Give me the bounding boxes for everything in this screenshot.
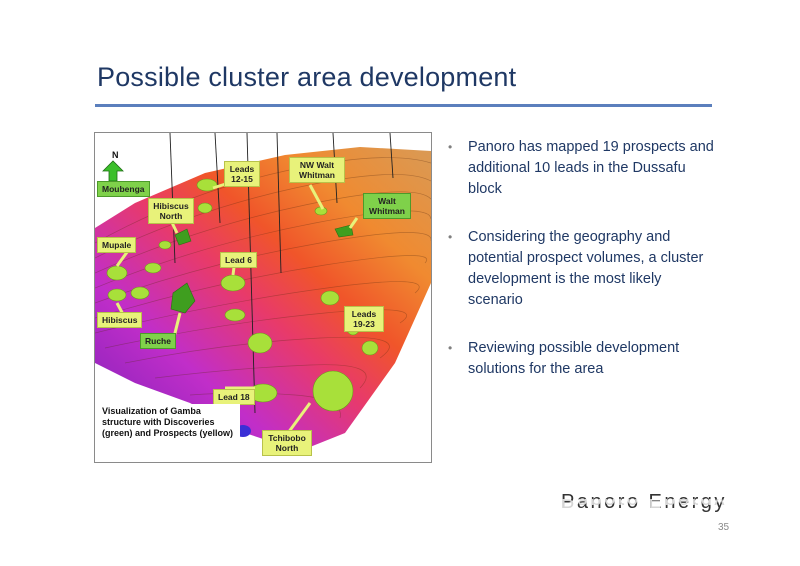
bullet-text: Panoro has mapped 19 prospects and addit…: [468, 139, 714, 197]
bullet-icon: •: [448, 341, 453, 355]
callout-leads-19-23: Leads 19-23: [344, 306, 384, 332]
callout-leads-12-15: Leads 12-15: [224, 161, 260, 187]
page-number: 35: [718, 522, 730, 533]
callout-moubenga: Moubenga: [97, 181, 150, 197]
callout-nw-walt-whitman: NW Walt Whitman: [289, 157, 345, 183]
brand-logo-reflection: Panoro Energy: [561, 499, 727, 511]
bullet-icon: •: [448, 230, 453, 244]
title-underline: [95, 104, 712, 107]
bullet-text: Considering the geography and potential …: [468, 229, 704, 308]
callout-walt-whitman: Walt Whitman: [363, 193, 411, 219]
bullet-list: • Panoro has mapped 19 prospects and addi…: [448, 137, 718, 407]
bullet-icon: •: [448, 140, 453, 154]
callout-lead-18: Lead 18: [213, 389, 255, 405]
bullet-text: Reviewing possible development solutions…: [468, 340, 680, 377]
callout-tchibobo-north: Tchibobo North: [262, 430, 312, 456]
slide: Possible cluster area development N Moub…: [0, 0, 800, 566]
slide-title: Possible cluster area development: [97, 62, 517, 92]
north-label: N: [112, 150, 119, 160]
bullet-item: • Considering the geography and potential…: [448, 227, 718, 311]
callout-hibiscus-north: Hibiscus North: [148, 198, 194, 224]
callout-hibiscus: Hibiscus: [97, 312, 143, 328]
callout-mupale: Mupale: [97, 237, 137, 253]
bullet-item: • Reviewing possible development solution…: [448, 338, 718, 380]
gamba-structure-map: N Moubenga Hibiscus North Leads 12-15 NW…: [94, 132, 432, 463]
callout-lead-6: Lead 6: [220, 252, 257, 268]
bullet-item: • Panoro has mapped 19 prospects and addi…: [448, 137, 718, 200]
map-caption: Visualization of Gamba structure with Di…: [99, 404, 240, 441]
callout-ruche: Ruche: [140, 333, 176, 349]
